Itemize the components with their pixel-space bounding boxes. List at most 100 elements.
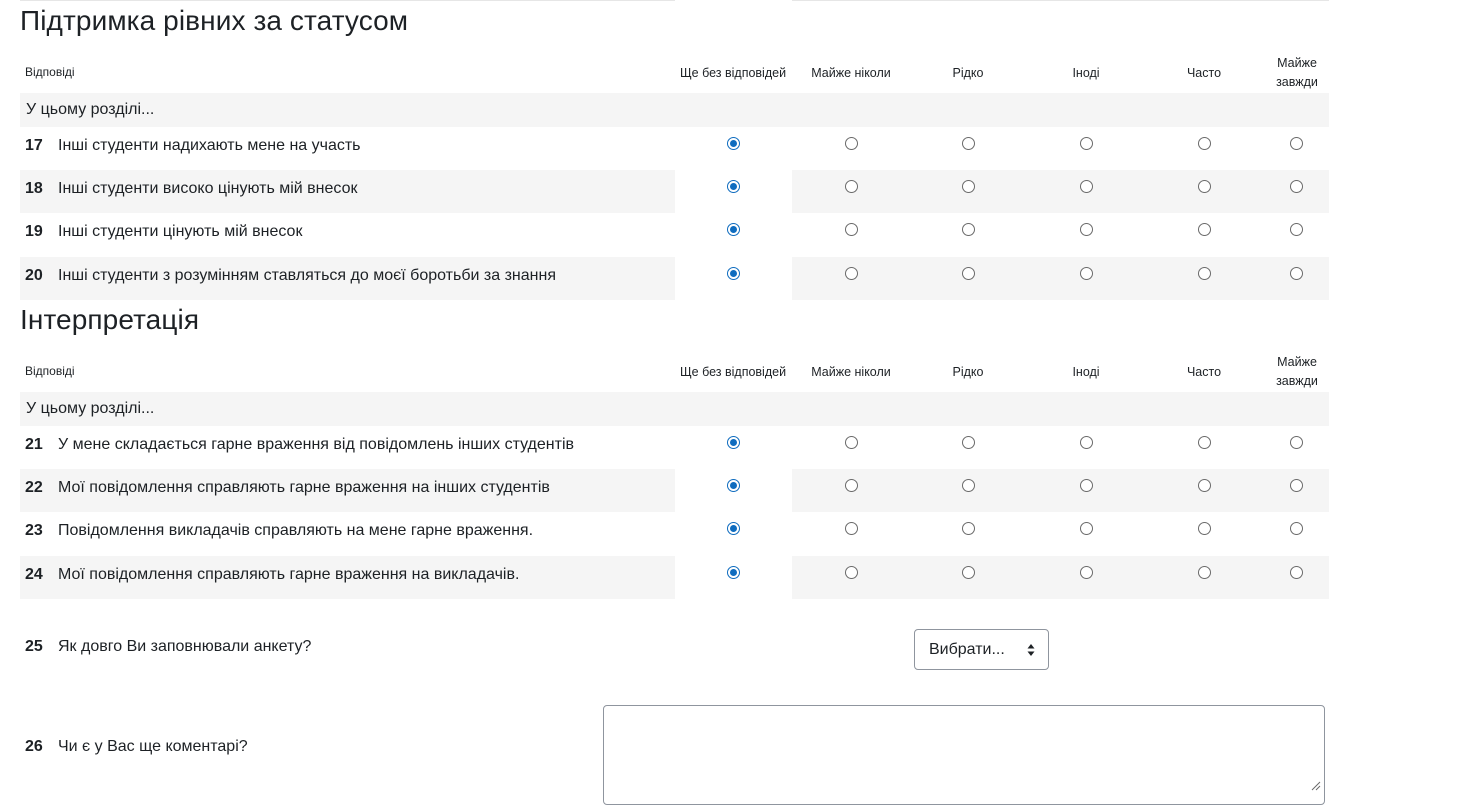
previous-row-bottom-left <box>20 0 675 1</box>
question-text: Мої повідомлення справляють гарне вражен… <box>58 479 550 496</box>
radio-almost-always[interactable] <box>1290 479 1303 492</box>
radio-rarely[interactable] <box>962 436 975 449</box>
column-header: Іноді <box>1072 365 1100 379</box>
radio-often[interactable] <box>1198 267 1211 280</box>
radio-sometimes[interactable] <box>1080 180 1093 193</box>
radio-no-answer[interactable] <box>727 223 740 236</box>
question-text: У мене складається гарне враження від по… <box>58 436 574 453</box>
radio-sometimes[interactable] <box>1080 267 1093 280</box>
radio-rarely[interactable] <box>962 522 975 535</box>
radio-rarely[interactable] <box>962 137 975 150</box>
radio-almost-never[interactable] <box>845 137 858 150</box>
column-header: Ще без відповідей <box>679 66 787 80</box>
radio-sometimes[interactable] <box>1080 223 1093 236</box>
select-caret-icon <box>1027 644 1035 656</box>
section-intro-row: У цьому розділі... <box>20 93 1329 127</box>
column-header-row: Відповіді Ще без відповідей Майже ніколи… <box>20 347 1329 397</box>
question-number: 24 <box>25 566 43 583</box>
answers-label: Відповіді <box>25 65 75 79</box>
radio-almost-never[interactable] <box>845 479 858 492</box>
radio-often[interactable] <box>1198 566 1211 579</box>
question-row: 19 Інші студенти цінують мій внесок <box>20 213 1329 256</box>
radio-almost-never[interactable] <box>845 223 858 236</box>
radio-almost-never[interactable] <box>845 436 858 449</box>
radio-no-answer[interactable] <box>727 180 740 193</box>
question-number: 18 <box>25 180 43 197</box>
radio-often[interactable] <box>1198 479 1211 492</box>
question-number: 22 <box>25 479 43 496</box>
section-intro-text: У цьому розділі... <box>26 400 155 417</box>
radio-sometimes[interactable] <box>1080 522 1093 535</box>
radio-almost-never[interactable] <box>845 267 858 280</box>
radio-almost-always[interactable] <box>1290 566 1303 579</box>
radio-almost-always[interactable] <box>1290 436 1303 449</box>
radio-no-answer[interactable] <box>727 137 740 150</box>
question-text: Інші студенти надихають мене на участь <box>58 137 361 154</box>
column-header: Часто <box>1186 66 1222 80</box>
column-header: Рідко <box>952 66 984 80</box>
radio-sometimes[interactable] <box>1080 566 1093 579</box>
answers-label: Відповіді <box>25 364 75 378</box>
radio-no-answer[interactable] <box>727 566 740 579</box>
comments-textarea[interactable] <box>603 705 1325 805</box>
column-header: Майже завжди <box>1276 355 1318 388</box>
question-number: 20 <box>25 267 43 284</box>
section-title: Підтримка рівних за статусом <box>20 5 409 36</box>
question-row: 22 Мої повідомлення справляють гарне вра… <box>20 469 1329 512</box>
question-text: Повідомлення викладачів справляють на ме… <box>58 522 534 539</box>
question-number: 19 <box>25 223 43 240</box>
radio-no-answer[interactable] <box>727 267 740 280</box>
previous-row-bottom-right <box>792 0 1329 1</box>
question-text: Мої повідомлення справляють гарне вражен… <box>58 566 520 583</box>
column-header: Майже ніколи <box>811 365 891 379</box>
radio-often[interactable] <box>1198 436 1211 449</box>
radio-almost-always[interactable] <box>1290 522 1303 535</box>
radio-no-answer[interactable] <box>727 479 740 492</box>
radio-almost-never[interactable] <box>845 180 858 193</box>
radio-rarely[interactable] <box>962 180 975 193</box>
radio-almost-never[interactable] <box>845 566 858 579</box>
section-intro-text: У цьому розділі... <box>26 101 155 118</box>
duration-select[interactable]: Вибрати... <box>914 629 1049 670</box>
question-number: 26 <box>25 738 43 755</box>
radio-sometimes[interactable] <box>1080 137 1093 150</box>
radio-rarely[interactable] <box>962 566 975 579</box>
column-header: Іноді <box>1072 66 1100 80</box>
radio-rarely[interactable] <box>962 267 975 280</box>
radio-no-answer[interactable] <box>727 436 740 449</box>
question-row: 23 Повідомлення викладачів справляють на… <box>20 512 1329 555</box>
question-row-comments: 26 Чи є у Вас ще коментарі? <box>20 728 620 758</box>
radio-no-answer[interactable] <box>727 522 740 535</box>
column-header: Рідко <box>952 365 984 379</box>
radio-sometimes[interactable] <box>1080 479 1093 492</box>
question-text: Як довго Ви заповнювали анкету? <box>58 638 312 655</box>
question-row: 18 Інші студенти високо цінують мій внес… <box>20 170 1329 213</box>
question-number: 17 <box>25 137 43 154</box>
radio-rarely[interactable] <box>962 223 975 236</box>
question-text: Інші студенти з розумінням ставляться до… <box>58 267 556 284</box>
radio-often[interactable] <box>1198 522 1211 535</box>
column-header: Ще без відповідей <box>679 365 787 379</box>
question-text: Інші студенти цінують мій внесок <box>58 223 303 240</box>
question-text: Інші студенти високо цінують мій внесок <box>58 180 358 197</box>
radio-often[interactable] <box>1198 137 1211 150</box>
radio-often[interactable] <box>1198 223 1211 236</box>
radio-almost-always[interactable] <box>1290 223 1303 236</box>
radio-almost-always[interactable] <box>1290 267 1303 280</box>
section-intro-row: У цьому розділі... <box>20 392 1329 426</box>
column-header: Майже завжди <box>1276 56 1318 89</box>
radio-often[interactable] <box>1198 180 1211 193</box>
question-number: 21 <box>25 436 43 453</box>
resize-grip-icon[interactable] <box>1311 781 1321 791</box>
radio-sometimes[interactable] <box>1080 436 1093 449</box>
radio-rarely[interactable] <box>962 479 975 492</box>
question-text: Чи є у Вас ще коментарі? <box>58 738 248 755</box>
column-header: Часто <box>1186 365 1222 379</box>
question-row: 21 У мене складається гарне враження від… <box>20 426 1329 469</box>
radio-almost-always[interactable] <box>1290 137 1303 150</box>
radio-almost-always[interactable] <box>1290 180 1303 193</box>
column-header: Майже ніколи <box>811 66 891 80</box>
radio-almost-never[interactable] <box>845 522 858 535</box>
column-header-row: Відповіді Ще без відповідей Майже ніколи… <box>20 48 1329 98</box>
question-row: 20 Інші студенти з розумінням ставляться… <box>20 257 1329 300</box>
